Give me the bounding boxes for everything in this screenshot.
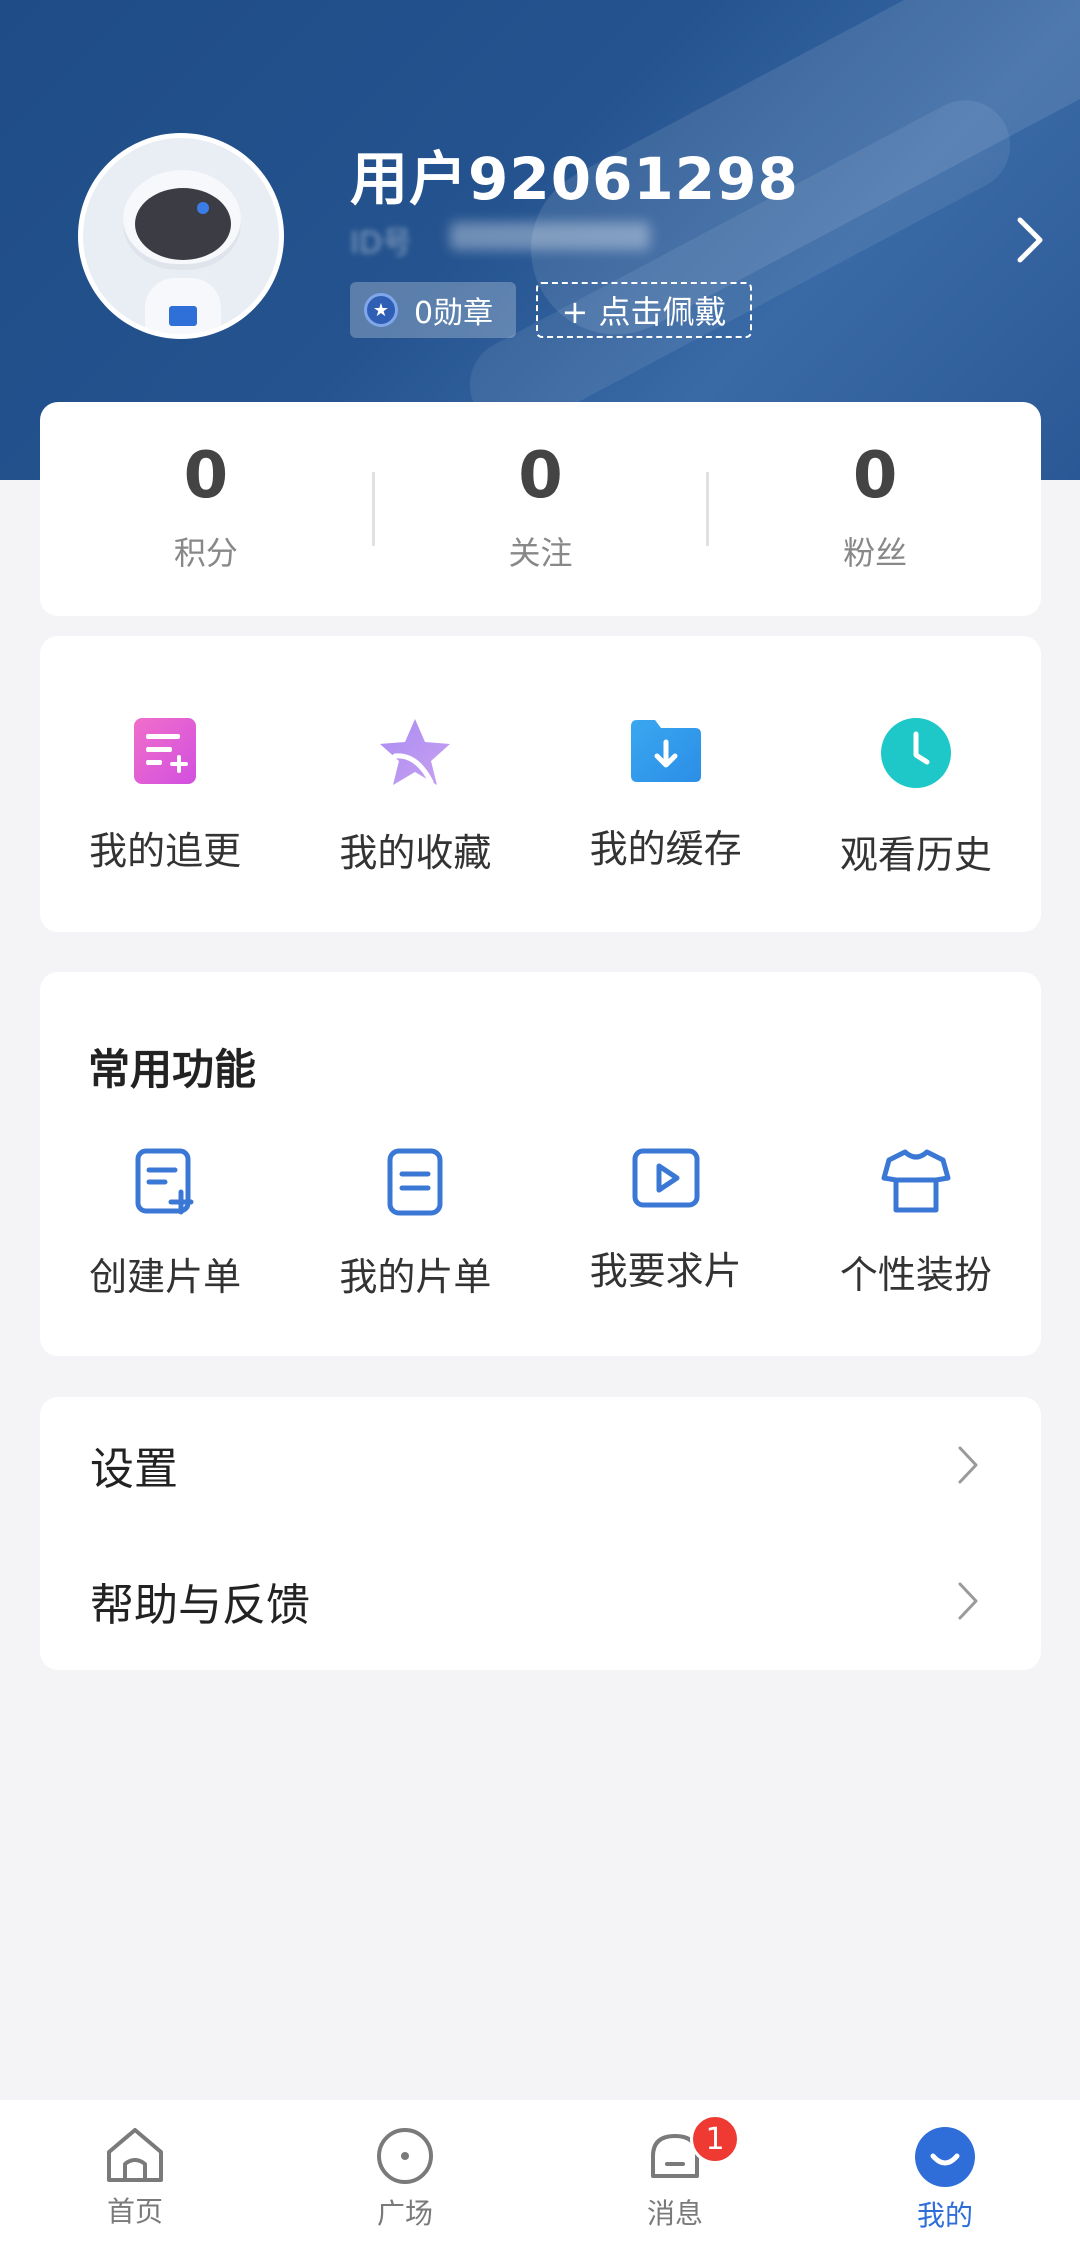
tab-label: 我的 xyxy=(916,2199,973,2232)
tab-label: 广场 xyxy=(376,2197,433,2230)
my-updates-button[interactable]: 我的追更 xyxy=(40,716,290,875)
astronaut-visor-icon xyxy=(135,188,231,260)
create-list-icon xyxy=(135,1148,194,1215)
common-functions-card: 常用功能 创建片单 我的片单 我要求片 个性装扮 xyxy=(40,972,1041,1356)
bottom-tab-bar: 首页 广场 1 消息 我的 xyxy=(0,2100,1080,2247)
quick-action-label: 观看历史 xyxy=(839,833,992,877)
user-id-label: ID号 xyxy=(350,226,412,261)
stat-label: 关注 xyxy=(508,534,573,572)
help-feedback-row[interactable]: 帮助与反馈 xyxy=(40,1533,1041,1669)
plaza-icon xyxy=(377,2128,433,2184)
wear-medal-button[interactable]: + 点击佩戴 xyxy=(536,282,752,338)
astronaut-badge-icon xyxy=(169,306,197,326)
tab-label: 消息 xyxy=(646,2197,703,2230)
quick-action-label: 我的收藏 xyxy=(339,831,492,875)
stat-fans[interactable]: 0 粉丝 xyxy=(709,444,1041,574)
quick-action-label: 我的缓存 xyxy=(589,827,742,871)
tab-profile[interactable]: 我的 xyxy=(810,2100,1080,2247)
function-label: 个性装扮 xyxy=(839,1253,992,1297)
create-list-button[interactable]: 创建片单 xyxy=(40,1148,290,1301)
download-folder-icon xyxy=(630,720,701,782)
watch-history-button[interactable]: 观看历史 xyxy=(791,716,1041,879)
section-title: 常用功能 xyxy=(88,1045,257,1094)
function-label: 我要求片 xyxy=(589,1249,742,1293)
settings-row[interactable]: 设置 xyxy=(40,1397,1041,1533)
my-cache-button[interactable]: 我的缓存 xyxy=(541,716,791,873)
my-favorites-button[interactable]: 我的收藏 xyxy=(290,716,540,877)
stat-label: 积分 xyxy=(173,534,238,572)
request-film-button[interactable]: 我要求片 xyxy=(541,1148,791,1301)
stat-value: 0 xyxy=(852,439,898,513)
tab-plaza[interactable]: 广场 xyxy=(270,2100,540,2247)
list-icon xyxy=(387,1148,443,1216)
shirt-icon xyxy=(881,1149,951,1213)
chevron-right-icon[interactable] xyxy=(1010,210,1050,270)
avatar[interactable] xyxy=(78,133,284,339)
menu-label: 设置 xyxy=(90,1444,178,1495)
function-label: 创建片单 xyxy=(89,1255,242,1299)
stat-following[interactable]: 0 关注 xyxy=(375,444,707,574)
tab-messages[interactable]: 1 消息 xyxy=(540,2100,810,2247)
my-list-button[interactable]: 我的片单 xyxy=(290,1148,540,1301)
tab-label: 首页 xyxy=(106,2195,163,2228)
menu-label: 帮助与反馈 xyxy=(90,1580,310,1631)
notification-badge: 1 xyxy=(690,2114,740,2164)
chevron-right-icon xyxy=(958,1582,978,1620)
quick-actions-card: 我的追更 我的收藏 我的缓存 观看历史 xyxy=(40,636,1041,932)
settings-menu-card: 设置 帮助与反馈 xyxy=(40,1397,1041,1670)
chevron-right-icon xyxy=(958,1446,978,1484)
star-icon xyxy=(380,719,451,785)
stat-value: 0 xyxy=(518,439,563,513)
quick-action-label: 我的追更 xyxy=(89,829,242,873)
stat-label: 粉丝 xyxy=(843,534,908,572)
profile-icon xyxy=(915,2127,975,2187)
home-icon xyxy=(107,2128,163,2182)
medal-icon: ★ xyxy=(364,293,398,327)
function-label: 我的片单 xyxy=(339,1255,492,1299)
stat-points[interactable]: 0 积分 xyxy=(40,444,372,574)
user-id-blurred xyxy=(450,222,650,250)
username: 用户92061298 xyxy=(350,145,799,213)
medal-text: 0勋章 xyxy=(414,296,494,331)
clock-icon xyxy=(880,718,951,788)
tab-home[interactable]: 首页 xyxy=(0,2100,270,2247)
stat-value: 0 xyxy=(183,439,229,513)
medal-badge[interactable]: ★ 0勋章 xyxy=(350,282,516,338)
stats-card: 0 积分 0 关注 0 粉丝 xyxy=(40,402,1041,616)
personal-style-button[interactable]: 个性装扮 xyxy=(791,1148,1041,1301)
play-request-icon xyxy=(632,1148,700,1208)
updates-icon xyxy=(134,718,197,784)
